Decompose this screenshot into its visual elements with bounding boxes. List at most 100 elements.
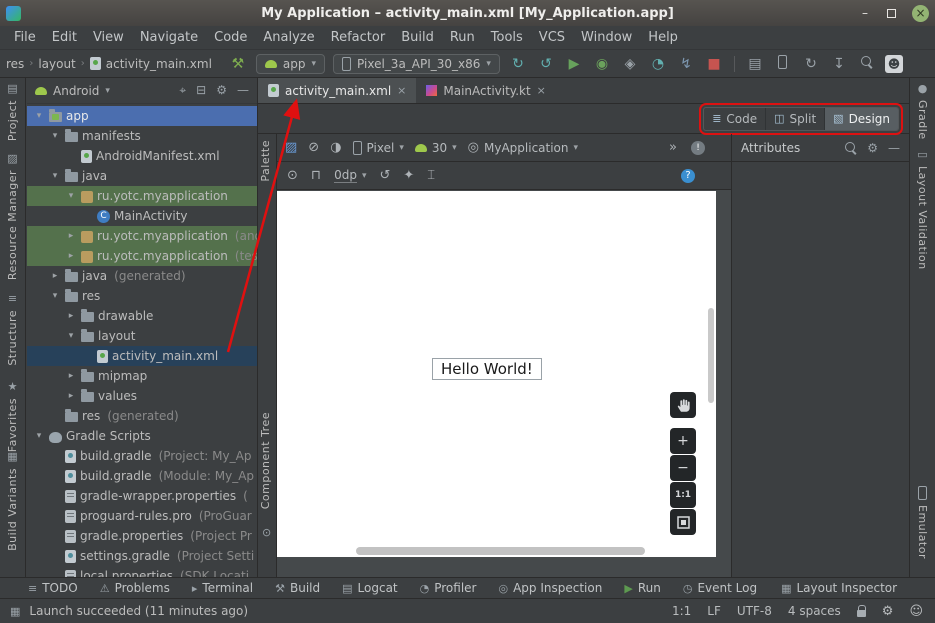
menu-edit[interactable]: Edit xyxy=(44,27,85,48)
tool-window-switcher-icon[interactable]: ▦ xyxy=(10,605,20,618)
zoom-in-button[interactable]: + xyxy=(670,428,696,454)
menu-tools[interactable]: Tools xyxy=(483,27,531,48)
tree-item-activity-main-xml[interactable]: activity_main.xml xyxy=(27,346,257,366)
breadcrumb-file[interactable]: activity_main.xml xyxy=(106,57,212,71)
device-dropdown[interactable]: Pixel_3a_API_30_x86 ▾ xyxy=(333,54,500,74)
night-mode-icon[interactable]: ◑ xyxy=(330,140,341,155)
menu-file[interactable]: File xyxy=(6,27,44,48)
tool-button-layout-validation[interactable]: ▭Layout Validation xyxy=(910,148,935,270)
breadcrumb-res[interactable]: res xyxy=(6,57,24,71)
stop-icon[interactable]: ■ xyxy=(704,56,724,72)
close-icon[interactable]: × xyxy=(397,84,406,97)
tool-button-app-inspection[interactable]: ◎App Inspection xyxy=(498,581,602,595)
menu-run[interactable]: Run xyxy=(442,27,483,48)
locate-file-icon[interactable]: ⌖ xyxy=(179,83,186,98)
minimize-button[interactable]: – xyxy=(852,1,878,25)
tree-item-java-generated[interactable]: ▸java(generated) xyxy=(27,266,257,286)
tool-button-profiler[interactable]: ◔Profiler xyxy=(420,581,477,595)
tree-item-local-properties[interactable]: local.properties(SDK Locati xyxy=(27,566,257,577)
tool-button-run[interactable]: ▶Run xyxy=(624,581,660,595)
pan-hand-button[interactable] xyxy=(670,392,696,418)
infer-constraints-icon[interactable]: ✦ xyxy=(403,168,414,183)
search-icon[interactable] xyxy=(845,142,857,154)
tool-windows-icon[interactable]: ▤ xyxy=(745,56,765,72)
design-surface-icon[interactable]: ▨ xyxy=(285,140,297,155)
indent-indicator[interactable]: 4 spaces xyxy=(788,604,841,618)
tree-item-package-test[interactable]: ▸ru.yotc.myapplication(test xyxy=(27,246,257,266)
tool-button-resource-manager[interactable]: ▨Resource Manager xyxy=(0,152,25,280)
tree-item-mipmap[interactable]: ▸mipmap xyxy=(27,366,257,386)
coverage-icon[interactable]: ◈ xyxy=(620,56,640,72)
feedback-smiley-icon[interactable]: ☺ xyxy=(909,604,923,619)
run-icon[interactable]: ▶ xyxy=(564,56,584,72)
overflow-chevron-icon[interactable]: » xyxy=(669,140,677,155)
tool-button-layout-inspector[interactable]: ▦Layout Inspector xyxy=(781,581,897,595)
close-button[interactable]: × xyxy=(912,5,929,22)
menu-navigate[interactable]: Navigate xyxy=(132,27,206,48)
magnet-autoconnect-icon[interactable]: ⊓ xyxy=(311,168,321,183)
horizontal-scrollbar[interactable] xyxy=(356,547,645,555)
attach-debugger-icon[interactable]: ↯ xyxy=(676,56,696,72)
gear-icon[interactable]: ⚙ xyxy=(882,604,894,619)
menu-window[interactable]: Window xyxy=(573,27,640,48)
canvas-device-dropdown[interactable]: Pixel▾ xyxy=(353,141,404,155)
default-margin-dropdown[interactable]: 0dp▾ xyxy=(334,168,366,183)
profiler-icon[interactable]: ◔ xyxy=(648,56,668,72)
zoom-out-button[interactable]: − xyxy=(670,455,696,481)
project-view-selector[interactable]: Android xyxy=(53,84,99,98)
view-options-icon[interactable]: ⊙ xyxy=(287,168,298,183)
api-level-dropdown[interactable]: 30▾ xyxy=(415,141,457,155)
blueprint-off-icon[interactable]: ⊘ xyxy=(308,140,319,155)
menu-help[interactable]: Help xyxy=(640,27,686,48)
tool-button-emulator[interactable]: Emulator xyxy=(910,486,935,559)
device-manager-icon[interactable] xyxy=(773,55,793,73)
zoom-to-fit-button[interactable] xyxy=(670,509,696,535)
menu-vcs[interactable]: VCS xyxy=(531,27,573,48)
tree-item-res-generated[interactable]: res(generated) xyxy=(27,406,257,426)
tree-item-values[interactable]: ▸values xyxy=(27,386,257,406)
menu-code[interactable]: Code xyxy=(206,27,255,48)
maximize-button[interactable] xyxy=(878,1,904,25)
tree-item-androidmanifest[interactable]: AndroidManifest.xml xyxy=(27,146,257,166)
profile-avatar[interactable]: ☻ xyxy=(885,55,903,73)
sync-project-icon[interactable]: ↻ xyxy=(801,56,821,72)
tool-button-problems[interactable]: ⚠Problems xyxy=(100,581,170,595)
tree-item-settings-gradle[interactable]: settings.gradle(Project Setti xyxy=(27,546,257,566)
menu-analyze[interactable]: Analyze xyxy=(255,27,322,48)
tool-button-terminal[interactable]: ▸Terminal xyxy=(192,581,253,595)
help-icon[interactable]: ? xyxy=(681,169,695,183)
run-configuration-dropdown[interactable]: app ▾ xyxy=(256,54,325,74)
menu-refactor[interactable]: Refactor xyxy=(323,27,394,48)
lock-icon[interactable] xyxy=(857,610,866,617)
debug-icon[interactable]: ◉ xyxy=(592,56,612,72)
menu-view[interactable]: View xyxy=(85,27,132,48)
tree-item-package-androidtest[interactable]: ▸ru.yotc.myapplication(andr xyxy=(27,226,257,246)
vertical-scrollbar[interactable] xyxy=(708,308,714,403)
tree-item-res[interactable]: ▾res xyxy=(27,286,257,306)
gear-icon[interactable]: ⚙ xyxy=(867,141,878,155)
hide-panel-icon[interactable]: — xyxy=(888,141,900,155)
tree-item-layout[interactable]: ▾layout xyxy=(27,326,257,346)
tree-item-gradle-properties[interactable]: gradle.properties(Project Pr xyxy=(27,526,257,546)
tool-button-build-variants[interactable]: ▦Build Variants xyxy=(0,450,25,551)
tool-button-build[interactable]: ⚒Build xyxy=(275,581,320,595)
line-ending-indicator[interactable]: LF xyxy=(707,604,721,618)
pack-icon[interactable]: ⌶ xyxy=(427,168,435,183)
tree-item-mainactivity[interactable]: CMainActivity xyxy=(27,206,257,226)
tool-button-structure[interactable]: ≡Structure xyxy=(0,292,25,366)
tool-button-logcat[interactable]: ▤Logcat xyxy=(342,581,398,595)
caret-position[interactable]: 1:1 xyxy=(672,604,691,618)
encoding-indicator[interactable]: UTF-8 xyxy=(737,604,772,618)
hello-world-textview[interactable]: Hello World! xyxy=(432,358,542,380)
design-canvas[interactable]: Hello World! xyxy=(277,191,716,557)
apply-changes-icon[interactable]: ↻ xyxy=(508,56,528,72)
tree-item-gradle-scripts[interactable]: ▾Gradle Scripts xyxy=(27,426,257,446)
tree-item-app[interactable]: ▾app xyxy=(27,106,257,126)
tool-button-project[interactable]: ▤Project xyxy=(0,82,25,141)
sdk-manager-icon[interactable]: ↧ xyxy=(829,56,849,72)
menu-build[interactable]: Build xyxy=(393,27,442,48)
gear-icon[interactable]: ⚙ xyxy=(216,83,227,98)
tree-item-java[interactable]: ▾java xyxy=(27,166,257,186)
hide-panel-icon[interactable]: — xyxy=(237,83,249,98)
tree-item-package[interactable]: ▾ru.yotc.myapplication xyxy=(27,186,257,206)
